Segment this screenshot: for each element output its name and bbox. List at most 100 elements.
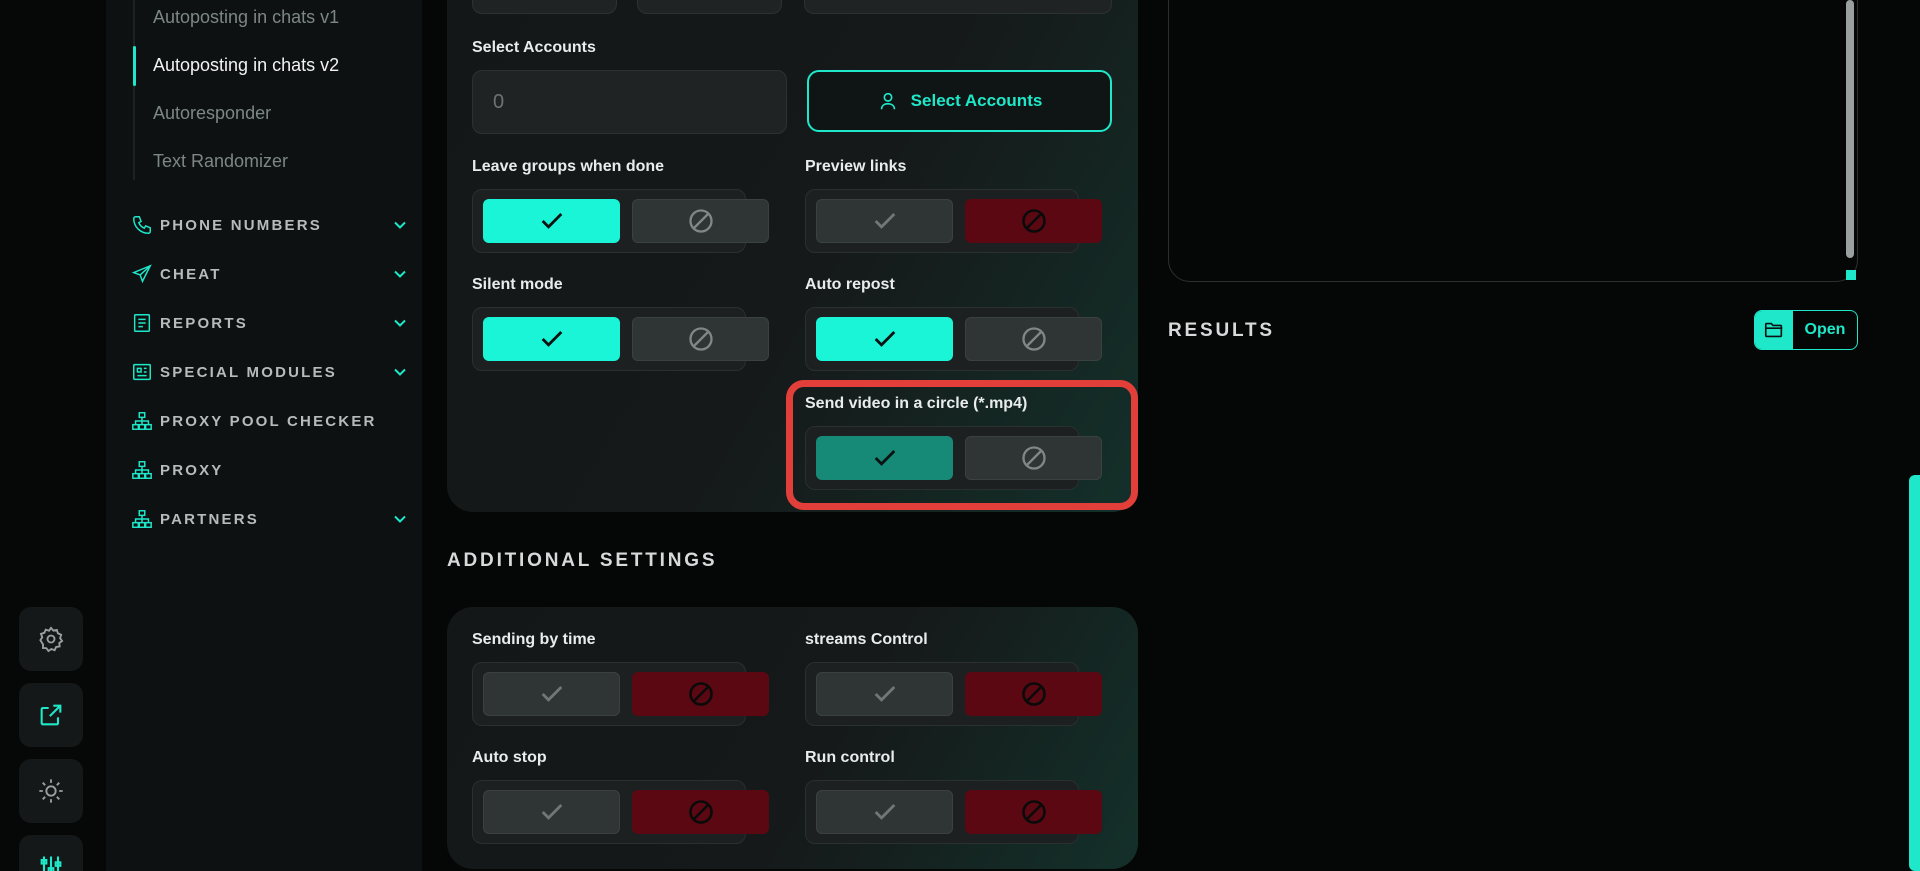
submenu-line	[133, 0, 135, 180]
block-icon	[688, 327, 713, 351]
folder-icon	[1755, 311, 1793, 349]
auto-stop-on-button[interactable]	[483, 790, 620, 834]
check-icon	[874, 804, 895, 820]
log-textarea[interactable]	[1168, 0, 1858, 282]
sidebar-item-reports[interactable]: REPORTS	[130, 308, 410, 338]
chevron-down-icon	[394, 368, 406, 376]
auto-stop-off-button[interactable]	[632, 790, 769, 834]
network-icon	[130, 409, 154, 433]
select-accounts-button[interactable]: Select Accounts	[807, 70, 1112, 132]
sidebar-item-label: PROXY	[160, 461, 224, 479]
sending-by-time-on-button[interactable]	[483, 672, 620, 716]
preview-links-toggle	[805, 189, 1102, 253]
user-icon	[880, 92, 895, 110]
network-icon	[130, 507, 154, 531]
external-link-icon	[40, 704, 62, 726]
input-field[interactable]	[637, 0, 782, 14]
leave-groups-off-button[interactable]	[632, 199, 769, 243]
phone-icon	[130, 213, 154, 237]
sending-by-time-toggle	[472, 662, 769, 726]
sidebar-item-label: PARTNERS	[160, 510, 259, 528]
modules-icon	[130, 360, 154, 384]
sidebar-sub-item-autoposting-v1[interactable]: Autoposting in chats v1	[153, 7, 339, 28]
auto-repost-on-button[interactable]	[816, 317, 953, 361]
check-icon	[874, 331, 895, 347]
block-icon	[1021, 327, 1046, 351]
theme-icon	[39, 779, 63, 803]
sidebar-sub-item-text-randomizer[interactable]: Text Randomizer	[153, 151, 288, 172]
select-accounts-label: Select Accounts	[472, 39, 596, 56]
account-count-input[interactable]: 0	[472, 70, 787, 134]
open-button-label: Open	[1804, 321, 1846, 338]
send-icon	[130, 262, 154, 286]
streams-control-off-button[interactable]	[965, 672, 1102, 716]
check-icon	[874, 686, 895, 702]
auto-repost-label: Auto repost	[805, 276, 895, 293]
run-control-toggle	[805, 780, 1102, 844]
sending-by-time-off-button[interactable]	[632, 672, 769, 716]
sidebar-item-special-modules[interactable]: SPECIAL MODULES	[130, 357, 410, 387]
block-icon	[1021, 682, 1046, 706]
external-link-button[interactable]	[19, 683, 83, 747]
additional-settings-panel: Sending by time streams Control Auto sto…	[447, 607, 1138, 869]
input-field[interactable]	[472, 0, 617, 14]
settings-button[interactable]	[19, 607, 83, 671]
additional-settings-title: ADDITIONAL SETTINGS	[447, 550, 718, 571]
report-icon	[130, 311, 154, 335]
sidebar-sub-item-autoposting-v2[interactable]: Autoposting in chats v2	[153, 55, 339, 76]
textarea-scrollbar[interactable]	[1846, 0, 1854, 258]
leave-groups-label: Leave groups when done	[472, 158, 665, 175]
sidebar-item-phone-numbers[interactable]: PHONE NUMBERS	[130, 210, 410, 240]
resize-handle[interactable]	[1846, 270, 1856, 280]
sidebar-item-proxy-pool-checker[interactable]: PROXY POOL CHECKER	[130, 406, 410, 436]
sidebar-item-partners[interactable]: PARTNERS	[130, 504, 410, 534]
sidebar-item-cheat[interactable]: CHEAT	[130, 259, 410, 289]
auto-repost-off-button[interactable]	[965, 317, 1102, 361]
sidebar-item-label: SPECIAL MODULES	[160, 363, 337, 381]
run-control-on-button[interactable]	[816, 790, 953, 834]
sidebar-item-proxy[interactable]: PROXY	[130, 455, 410, 485]
active-indicator	[133, 46, 136, 86]
sidebar-sub-item-autoresponder[interactable]: Autoresponder	[153, 103, 271, 124]
check-icon	[541, 686, 562, 702]
leave-groups-toggle	[472, 189, 769, 253]
theme-button[interactable]	[19, 759, 83, 823]
sidebar-item-label: PROXY POOL CHECKER	[160, 412, 377, 430]
chevron-down-icon	[394, 319, 406, 327]
silent-mode-on-button[interactable]	[483, 317, 620, 361]
run-control-label: Run control	[805, 749, 895, 766]
auto-repost-toggle	[805, 307, 1102, 371]
preview-links-off-button[interactable]	[965, 199, 1102, 243]
chevron-down-icon	[394, 515, 406, 523]
results-title: RESULTS	[1168, 320, 1275, 341]
chevron-down-icon	[394, 270, 406, 278]
preview-links-label: Preview links	[805, 158, 907, 175]
input-field[interactable]	[804, 0, 1112, 14]
network-icon	[130, 458, 154, 482]
auto-stop-toggle	[472, 780, 769, 844]
sidebar: Autoposting in chats v1 Autoposting in c…	[106, 0, 422, 871]
gear-icon	[39, 626, 64, 653]
sliders-icon	[40, 856, 62, 871]
select-accounts-button-label: Select Accounts	[910, 91, 1043, 110]
block-icon	[1021, 209, 1046, 233]
sending-by-time-label: Sending by time	[472, 631, 596, 648]
block-icon	[688, 800, 713, 824]
leave-groups-on-button[interactable]	[483, 199, 620, 243]
run-control-off-button[interactable]	[965, 790, 1102, 834]
check-icon	[541, 804, 562, 820]
page-scrollbar[interactable]	[1909, 475, 1920, 871]
check-icon	[874, 213, 895, 229]
open-results-button[interactable]: Open	[1754, 310, 1858, 350]
streams-control-toggle	[805, 662, 1102, 726]
silent-mode-off-button[interactable]	[632, 317, 769, 361]
sidebar-item-label: REPORTS	[160, 314, 248, 332]
sliders-button[interactable]	[19, 835, 83, 871]
streams-control-label: streams Control	[805, 631, 928, 648]
streams-control-on-button[interactable]	[816, 672, 953, 716]
silent-mode-label: Silent mode	[472, 276, 563, 293]
sidebar-item-label: PHONE NUMBERS	[160, 216, 322, 234]
preview-links-on-button[interactable]	[816, 199, 953, 243]
block-icon	[688, 682, 713, 706]
highlight-frame	[786, 380, 1138, 510]
